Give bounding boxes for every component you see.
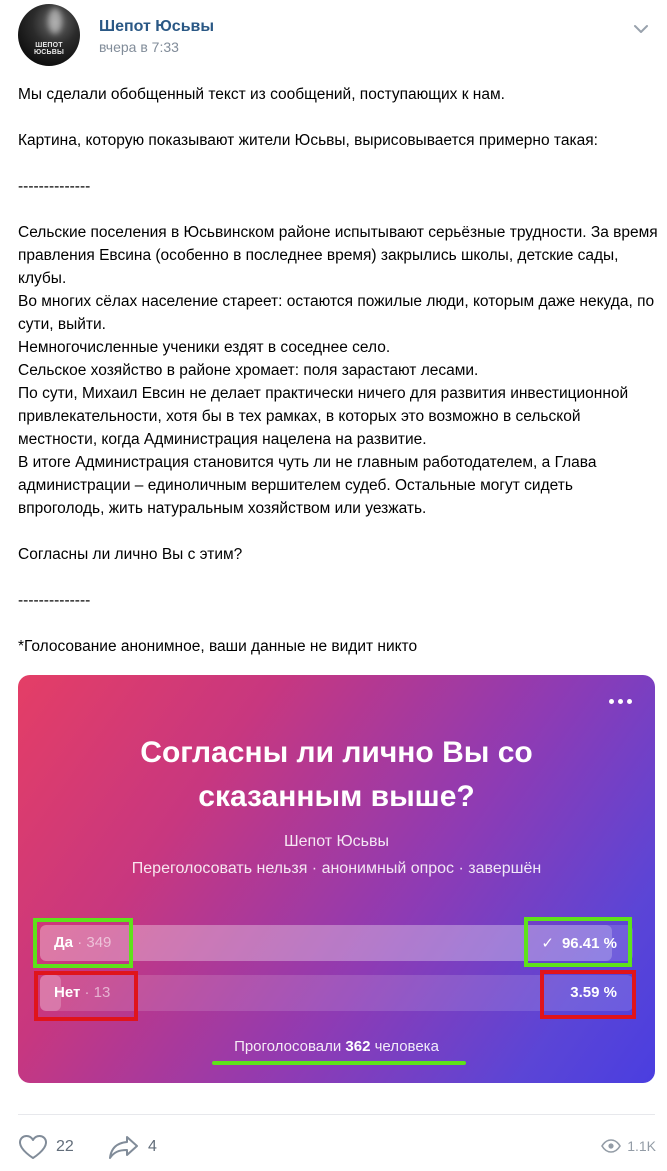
post-paragraph: Во многих сёлах население стареет: остаю… bbox=[18, 293, 659, 333]
post-paragraph: Мы сделали обобщенный текст из сообщений… bbox=[18, 86, 505, 103]
more-dots-icon[interactable] bbox=[609, 695, 635, 707]
poll-question-line-1: Согласны ли лично Вы со bbox=[140, 736, 533, 769]
share-arrow-icon bbox=[109, 1136, 138, 1159]
post-paragraph: Немногочисленные ученики ездят в соседне… bbox=[18, 339, 391, 356]
avatar-logo-text: ШЕПОТ ЮСЬВЫ bbox=[33, 42, 65, 56]
post-paragraph: Сельское хозяйство в районе хромает: пол… bbox=[18, 362, 479, 379]
voted-count: 362 bbox=[345, 1038, 371, 1055]
avatar[interactable]: ШЕПОТ ЮСЬВЫ bbox=[18, 4, 80, 66]
voted-suffix: человека bbox=[374, 1038, 439, 1055]
poll-card: Согласны ли лично Вы со сказанным выше? … bbox=[18, 675, 655, 1083]
post-paragraph: По сути, Михаил Евсин не делает практиче… bbox=[18, 385, 633, 448]
highlight-box-yes-label bbox=[33, 918, 133, 968]
share-button[interactable]: 4 bbox=[108, 1134, 157, 1160]
heart-icon bbox=[19, 1135, 47, 1159]
highlight-box-no-label bbox=[34, 971, 138, 1021]
like-count: 22 bbox=[56, 1138, 74, 1155]
like-button[interactable]: 22 bbox=[18, 1134, 74, 1160]
post-paragraph: Сельские поселения в Юсьвинском районе и… bbox=[18, 224, 662, 287]
post-paragraph bbox=[18, 612, 658, 635]
post-time[interactable]: вчера в 7:33 bbox=[99, 39, 179, 55]
share-count: 4 bbox=[148, 1138, 157, 1155]
group-name-link[interactable]: Шепот Юсьвы bbox=[99, 18, 214, 36]
highlight-box-no-percent bbox=[540, 970, 636, 1019]
poll-question: Согласны ли лично Вы со сказанным выше? bbox=[18, 731, 655, 819]
views-counter: 1.1K bbox=[601, 1138, 656, 1154]
poll-meta: Переголосовать нельзя · анонимный опрос … bbox=[131, 860, 542, 877]
post-text: Мы сделали обобщенный текст из сообщений… bbox=[18, 83, 658, 658]
poll-author[interactable]: Шепот Юсьвы bbox=[18, 833, 655, 851]
poll-voters-link[interactable]: Проголосовали 362 человека bbox=[18, 1038, 655, 1055]
poll-question-line-2: сказанным выше? bbox=[198, 780, 475, 813]
post-paragraph bbox=[18, 152, 658, 175]
highlight-box-yes-percent bbox=[524, 917, 632, 967]
post-paragraph: *Голосование анонимное, ваши данные не в… bbox=[18, 638, 418, 655]
post-paragraph: -------------- bbox=[18, 592, 91, 609]
post-paragraph bbox=[18, 566, 658, 589]
avatar-glow bbox=[48, 8, 62, 34]
post-footer: 22 4 1.1K bbox=[18, 1128, 658, 1168]
post-header: ШЕПОТ ЮСЬВЫ Шепот Юсьвы вчера в 7:33 bbox=[18, 4, 658, 74]
footer-divider bbox=[18, 1114, 655, 1115]
eye-icon bbox=[601, 1139, 622, 1153]
highlight-underline-voted bbox=[212, 1061, 466, 1065]
voted-prefix: Проголосовали bbox=[234, 1038, 342, 1055]
post-paragraph bbox=[18, 198, 658, 221]
post-paragraph: Картина, которую показывают жители Юсьвы… bbox=[18, 132, 598, 149]
post-paragraph bbox=[18, 106, 658, 129]
post-paragraph: В итоге Администрация становится чуть ли… bbox=[18, 454, 601, 517]
post-paragraph: Согласны ли лично Вы с этим? bbox=[18, 546, 243, 563]
post-paragraph: -------------- bbox=[18, 178, 91, 195]
post-paragraph bbox=[18, 520, 658, 543]
views-count: 1.1K bbox=[627, 1138, 656, 1154]
chevron-down-icon[interactable] bbox=[630, 18, 652, 40]
